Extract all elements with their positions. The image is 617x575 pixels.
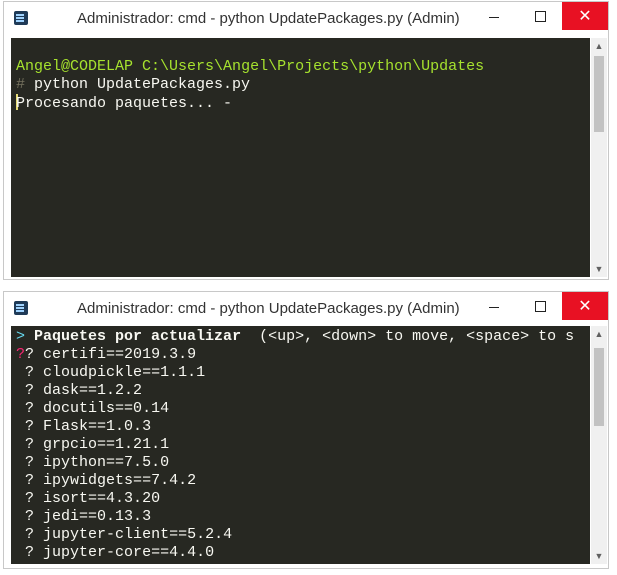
package-checkbox-item[interactable]: ? ipython==7.5.0 (16, 454, 590, 472)
minimize-button[interactable] (472, 292, 516, 320)
package-label: ipywidgets==7.4.2 (43, 472, 197, 489)
package-label: certifi==2019.3.9 (43, 346, 197, 363)
prompt-user: Angel@CODELAP (16, 58, 134, 75)
package-label: jupyter-client==5.2.4 (43, 526, 233, 543)
row-spacer (16, 490, 25, 507)
checkbox-marker: ? (25, 400, 35, 417)
package-label: Flask==1.0.3 (43, 418, 152, 435)
package-checkbox-item[interactable]: ? jupyter-client==5.2.4 (16, 526, 590, 544)
package-label: docutils==0.14 (43, 400, 170, 417)
package-label: cloudpickle==1.1.1 (43, 364, 206, 381)
pointer-icon: > (16, 328, 26, 345)
status-line: Procesando paquetes... - (16, 94, 590, 112)
checkbox-marker: ? (25, 490, 35, 507)
row-spacer (16, 544, 25, 561)
checkbox-marker: ? (25, 418, 35, 435)
checkbox-marker: ? (25, 346, 35, 363)
command-line: # python UpdatePackages.py (16, 76, 590, 94)
close-button[interactable]: ✕ (562, 2, 608, 30)
console-app-icon[interactable] (14, 301, 28, 315)
row-spacer (16, 364, 25, 381)
package-label: isort==4.3.20 (43, 490, 161, 507)
close-icon: ✕ (578, 298, 592, 315)
console-output[interactable]: Angel@CODELAP C:\Users\Angel\Projects\py… (11, 38, 590, 277)
maximize-icon (534, 300, 546, 312)
prompt-path: C:\Users\Angel\Projects\python\Updates (142, 58, 485, 75)
prompt-line: Angel@CODELAP C:\Users\Angel\Projects\py… (16, 58, 590, 76)
scroll-up-icon[interactable]: ▲ (591, 326, 607, 342)
scroll-up-icon[interactable]: ▲ (591, 38, 607, 54)
console-app-icon[interactable] (14, 11, 28, 25)
package-checkbox-item[interactable]: ? docutils==0.14 (16, 400, 590, 418)
maximize-icon (534, 10, 546, 22)
maximize-button[interactable] (518, 2, 562, 30)
package-label: jedi==0.13.3 (43, 508, 152, 525)
checkbox-marker: ? (25, 472, 35, 489)
row-spacer (16, 382, 25, 399)
close-button[interactable]: ✕ (562, 292, 608, 320)
close-icon: ✕ (578, 8, 592, 25)
package-checkbox-item[interactable]: ? jedi==0.13.3 (16, 508, 590, 526)
checkbox-marker: ? (25, 508, 35, 525)
question-hint: (<up>, <down> to move, <space> to s (241, 328, 575, 345)
console-window-bottom[interactable]: Administrador: cmd - python UpdatePackag… (3, 291, 609, 569)
row-spacer (16, 454, 25, 471)
package-checkbox-item[interactable]: ? dask==1.2.2 (16, 382, 590, 400)
minimize-button[interactable] (472, 2, 516, 30)
window-title: Administrador: cmd - python UpdatePackag… (77, 300, 460, 317)
checkbox-marker: ? (25, 526, 35, 543)
package-checkbox-item[interactable]: ?? certifi==2019.3.9 (16, 346, 590, 364)
window-title: Administrador: cmd - python UpdatePackag… (77, 10, 460, 27)
command-text: python UpdatePackages.py (25, 76, 251, 93)
package-label: jupyter-core==4.4.0 (43, 544, 215, 561)
row-spacer (16, 526, 25, 543)
title-bar[interactable]: Administrador: cmd - python UpdatePackag… (4, 292, 608, 325)
vertical-scrollbar[interactable]: ▲ ▼ (591, 326, 607, 564)
package-label: grpcio==1.21.1 (43, 436, 170, 453)
row-spacer (16, 472, 25, 489)
status-text: Procesando paquetes... - (16, 95, 233, 112)
package-checkbox-item[interactable]: ? cloudpickle==1.1.1 (16, 364, 590, 382)
package-checkbox-item[interactable]: ? jupyter-core==4.4.0 (16, 544, 590, 562)
console-window-top[interactable]: Administrador: cmd - python UpdatePackag… (3, 1, 609, 280)
minimize-icon (489, 306, 499, 308)
package-label: ipython==7.5.0 (43, 454, 170, 471)
scrollbar-thumb[interactable] (594, 56, 604, 132)
question-line: > Paquetes por actualizar (<up>, <down> … (16, 328, 590, 346)
package-label: dask==1.2.2 (43, 382, 143, 399)
minimize-icon (489, 16, 499, 18)
prompt-hash: # (16, 76, 26, 93)
package-checkbox-item[interactable]: ? Flask==1.0.3 (16, 418, 590, 436)
title-bar[interactable]: Administrador: cmd - python UpdatePackag… (4, 2, 608, 35)
checkbox-marker: ? (25, 436, 35, 453)
question-text: Paquetes por actualizar (34, 328, 242, 345)
row-spacer (16, 418, 25, 435)
checkbox-marker: ? (25, 544, 35, 561)
scroll-down-icon[interactable]: ▼ (591, 548, 607, 564)
checkbox-marker: ? (25, 454, 35, 471)
package-checkbox-item[interactable]: ? ipywidgets==7.4.2 (16, 472, 590, 490)
maximize-button[interactable] (518, 292, 562, 320)
console-output[interactable]: > Paquetes por actualizar (<up>, <down> … (11, 326, 590, 564)
row-spacer (16, 436, 25, 453)
scroll-down-icon[interactable]: ▼ (591, 261, 607, 277)
checkbox-marker: ? (25, 382, 35, 399)
vertical-scrollbar[interactable]: ▲ ▼ (591, 38, 607, 277)
package-checkbox-item[interactable]: ? grpcio==1.21.1 (16, 436, 590, 454)
row-spacer (16, 508, 25, 525)
row-spacer (16, 400, 25, 417)
scrollbar-thumb[interactable] (594, 348, 604, 426)
selection-cursor-marker: ? (16, 346, 26, 363)
package-checkbox-item[interactable]: ? isort==4.3.20 (16, 490, 590, 508)
checkbox-marker: ? (25, 364, 35, 381)
